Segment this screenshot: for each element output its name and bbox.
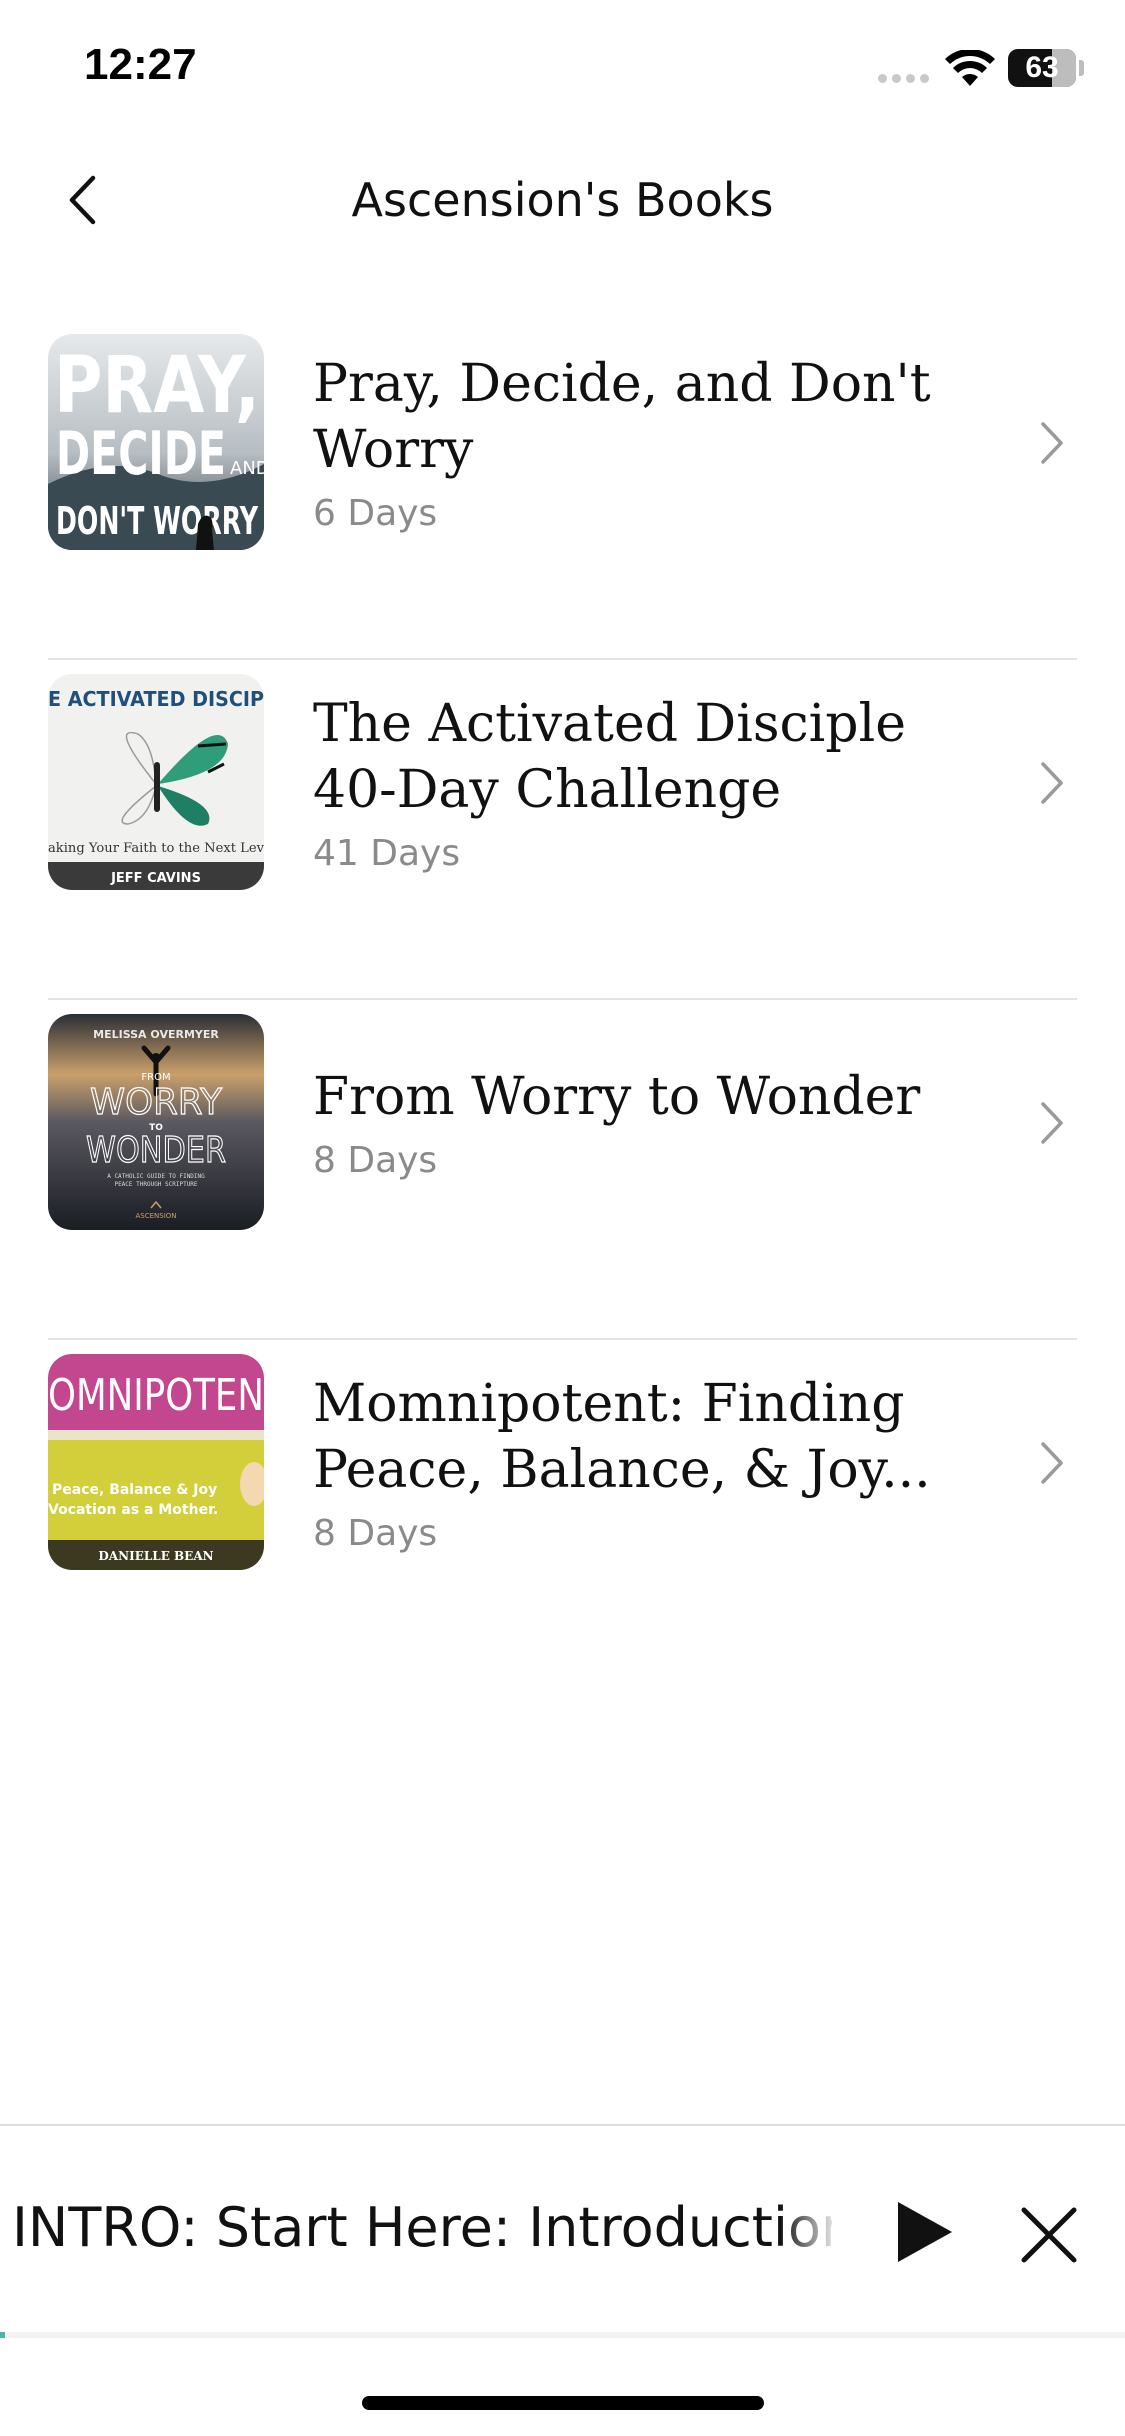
chevron-right-icon [1041,1442,1063,1484]
playback-progress[interactable] [0,2332,1125,2338]
battery-nub [1079,60,1084,76]
cover-text: WORRY [90,1082,223,1123]
book-title: From Worry to Wonder [313,1066,921,1127]
wifi-icon [945,50,995,86]
book-list: PRAY, DECIDE AND DON'T WORRY Pray, Decid… [0,320,1125,1680]
cover-text: DON'T WORRY [56,499,258,543]
battery-level: 63 [1025,51,1059,84]
progress-fill [0,2332,5,2338]
book-text: From Worry to Wonder 8 Days [313,1000,995,1244]
status-time: 12:27 [84,40,197,89]
book-text: Momnipotent: Finding Peace, Balance, & J… [313,1340,995,1584]
cover-text: PEACE THROUGH SCRIPTURE [114,1181,197,1188]
cover-text: Vocation as a Mother. [48,1502,218,1518]
chevron-right-icon [1041,422,1063,464]
book-title: Pray, Decide, and Don't Worry [313,353,931,480]
page-title: Ascension's Books [351,173,774,227]
status-bar: 12:27 63 [0,0,1125,140]
cover-text: DANIELLE BEAN [98,1549,213,1563]
cover-text: PRAY, [54,341,260,431]
cover-text: MELISSA OVERMYER [93,1028,219,1041]
signal-icon [878,74,929,83]
cover-text: Peace, Balance & Joy [52,1482,217,1498]
book-cover-pray-decide: PRAY, DECIDE AND DON'T WORRY [48,334,264,550]
book-text: The Activated Disciple 40-Day Challenge … [313,660,995,904]
book-item-momnipotent[interactable]: OMNIPOTEN Peace, Balance & Joy Vocation … [0,1340,1125,1680]
book-item-worry-to-wonder[interactable]: MELISSA OVERMYER FROM WORRY TO WONDER A … [0,1000,1125,1340]
book-item-pray-decide[interactable]: PRAY, DECIDE AND DON'T WORRY Pray, Decid… [0,320,1125,660]
cover-text: E ACTIVATED DISCIP [48,687,264,711]
book-text: Pray, Decide, and Don't Worry 6 Days [313,320,995,564]
cover-text: WONDER [86,1130,226,1171]
play-icon[interactable] [888,2196,958,2268]
cover-text: JEFF CAVINS [110,871,201,886]
book-days: 41 Days [313,832,461,874]
cover-text: OMNIPOTEN [48,1370,264,1421]
book-days: 8 Days [313,1139,438,1181]
title-fade [780,2186,840,2276]
book-cover-momnipotent: OMNIPOTEN Peace, Balance & Joy Vocation … [48,1354,264,1570]
book-cover-activated-disciple: E ACTIVATED DISCIP aking Your Faith to t… [48,674,264,890]
book-item-activated-disciple[interactable]: E ACTIVATED DISCIP aking Your Faith to t… [0,660,1125,1000]
now-playing-title[interactable]: INTRO: Start Here: Introduction [12,2196,832,2260]
book-days: 8 Days [313,1512,438,1554]
book-title: The Activated Disciple 40-Day Challenge [313,693,906,820]
chevron-right-icon [1041,762,1063,804]
close-icon[interactable] [1016,2202,1082,2268]
book-cover-worry-to-wonder: MELISSA OVERMYER FROM WORRY TO WONDER A … [48,1014,264,1230]
cover-text: AND [230,458,264,479]
battery-icon: 63 [1008,49,1076,87]
mini-player[interactable]: INTRO: Start Here: Introduction [0,2126,1125,2336]
cover-text: ASCENSION [135,1212,176,1220]
header: Ascension's Books [0,150,1125,250]
cover-text: aking Your Faith to the Next Lev [48,841,264,856]
chevron-right-icon [1041,1102,1063,1144]
book-title: Momnipotent: Finding Peace, Balance, & J… [313,1373,931,1500]
cover-text: A CATHOLIC GUIDE TO FINDING [107,1173,205,1180]
cover-text: DECIDE [56,419,226,489]
book-days: 6 Days [313,492,438,534]
home-indicator[interactable] [362,2396,764,2410]
